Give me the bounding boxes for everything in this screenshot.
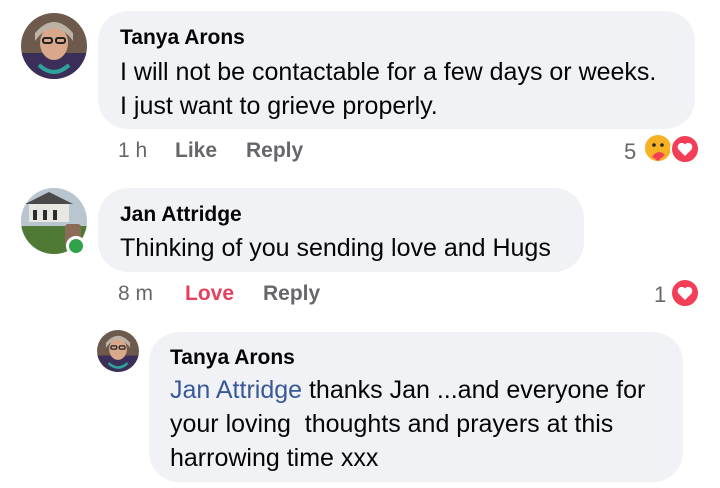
reply-text-line: your loving thoughts and prayers at this — [170, 410, 614, 438]
online-indicator — [66, 236, 86, 256]
comment-author[interactable]: Tanya Arons — [120, 26, 245, 50]
avatar-tanya-reply[interactable] — [97, 330, 139, 372]
reply-text-line: Jan Attridge thanks Jan ...and everyone … — [170, 373, 645, 407]
mention-link[interactable]: Jan Attridge — [170, 376, 302, 404]
comment-author[interactable]: Jan Attridge — [120, 203, 242, 227]
reply-button[interactable]: Reply — [263, 282, 320, 306]
comment-timestamp[interactable]: 8 m — [118, 282, 153, 306]
reply-author[interactable]: Tanya Arons — [170, 346, 295, 370]
comment-timestamp[interactable]: 1 h — [118, 139, 147, 163]
reaction-count[interactable]: 1 — [654, 282, 666, 308]
care-reaction-icon[interactable] — [643, 133, 673, 163]
reply-button[interactable]: Reply — [246, 139, 303, 163]
reply-text-line: harrowing time xxx — [170, 444, 379, 472]
love-reaction-icon[interactable] — [670, 278, 700, 308]
comment-text-line: I will not be contactable for a few days… — [120, 58, 657, 86]
reaction-count[interactable]: 5 — [624, 139, 636, 165]
reply-text-segment: thanks Jan ...and everyone for — [302, 376, 646, 404]
avatar-tanya[interactable] — [21, 13, 87, 79]
love-button[interactable]: Love — [185, 282, 234, 306]
comment-text-line: Thinking of you sending love and Hugs — [120, 234, 551, 262]
love-reaction-icon[interactable] — [670, 134, 700, 164]
comment-text-line: I just want to grieve properly. — [120, 92, 438, 120]
like-button[interactable]: Like — [175, 139, 217, 163]
